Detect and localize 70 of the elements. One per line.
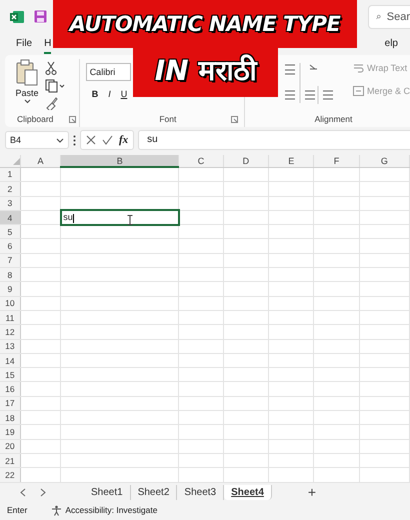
column-header[interactable]: A [20,155,61,167]
title-banner: AUTOMATIC NAME TYPE [53,0,357,48]
column-header[interactable]: F [314,155,360,167]
formula-input[interactable]: su [138,130,410,150]
mode-indicator: Enter [7,505,28,516]
row-header[interactable]: 4 [0,210,20,225]
add-sheet-button[interactable]: + [308,484,316,500]
menu-tab[interactable]: elp [384,34,398,54]
column-header[interactable]: D [223,155,269,167]
row-header[interactable]: 16 [0,382,20,396]
cell-text[interactable]: su [61,212,74,222]
insert-function-button[interactable]: fx [119,134,128,146]
row-header[interactable]: 19 [0,424,20,440]
cancel-icon[interactable] [86,135,96,145]
column-header[interactable]: G [359,155,410,167]
previous-sheet-icon[interactable] [20,488,26,497]
column-header[interactable]: C [178,155,224,167]
launcher-icon[interactable] [69,116,76,122]
group-label: Alignment [314,114,352,124]
clipboard-icon[interactable] [15,59,39,87]
more-icon[interactable] [73,134,76,146]
next-sheet-icon[interactable] [40,488,46,497]
group-label: Font [159,114,176,124]
row-header[interactable]: 11 [0,310,20,325]
row-header[interactable]: 20 [0,439,20,454]
accessibility-status[interactable]: Accessibility: Investigate [51,504,158,516]
row-header[interactable]: 17 [0,396,20,411]
column-header[interactable]: E [268,155,314,167]
confirm-icon[interactable] [102,135,113,145]
text-cursor-icon [127,214,134,225]
sheet-tab[interactable]: Sheet1 [84,484,131,500]
column-header[interactable]: B [60,155,179,167]
row-header[interactable]: 1 [0,167,20,182]
name-box[interactable]: B4 [5,131,69,149]
row-header[interactable]: 7 [0,253,20,268]
wrap-icon [352,63,364,73]
row-header[interactable]: 5 [0,224,20,239]
row-header[interactable]: 22 [0,468,20,482]
caret-icon[interactable] [24,99,30,104]
row-header[interactable]: 2 [0,182,20,196]
row-header[interactable]: 6 [0,238,20,254]
row-header[interactable]: 3 [0,196,20,210]
row-header[interactable]: 15 [0,368,20,382]
menu-tab[interactable]: File [16,34,32,54]
bold-button[interactable]: B [92,89,98,99]
italic-button[interactable]: I [108,89,111,99]
accessibility-icon [51,504,62,516]
paste-button[interactable]: Paste [15,88,38,98]
sheet-tab[interactable]: Sheet4 [224,484,272,500]
merge-icon [352,86,364,96]
row-header[interactable]: 10 [0,296,20,310]
row-header[interactable]: 18 [0,410,20,425]
launcher-icon[interactable] [230,116,238,122]
copy-icon[interactable] [45,79,65,93]
font-name-field[interactable]: Calibri [86,63,131,81]
row-header[interactable]: 9 [0,282,20,296]
search-field[interactable]: Sear [368,4,410,28]
save-icon[interactable] [34,10,47,23]
group-label: Clipboard [17,114,54,124]
row-header[interactable]: 14 [0,353,20,368]
title-banner: IN मराठी [133,45,278,97]
row-header[interactable]: 13 [0,339,20,354]
underline-button[interactable]: U [120,89,128,99]
row-header[interactable]: 8 [0,268,20,282]
brush-icon[interactable] [45,97,58,110]
row-header[interactable]: 21 [0,453,20,468]
scissors-icon[interactable] [45,61,57,75]
excel-icon[interactable] [10,10,24,24]
row-header[interactable]: 12 [0,324,20,340]
sheet-tab[interactable]: Sheet2 [130,484,178,500]
